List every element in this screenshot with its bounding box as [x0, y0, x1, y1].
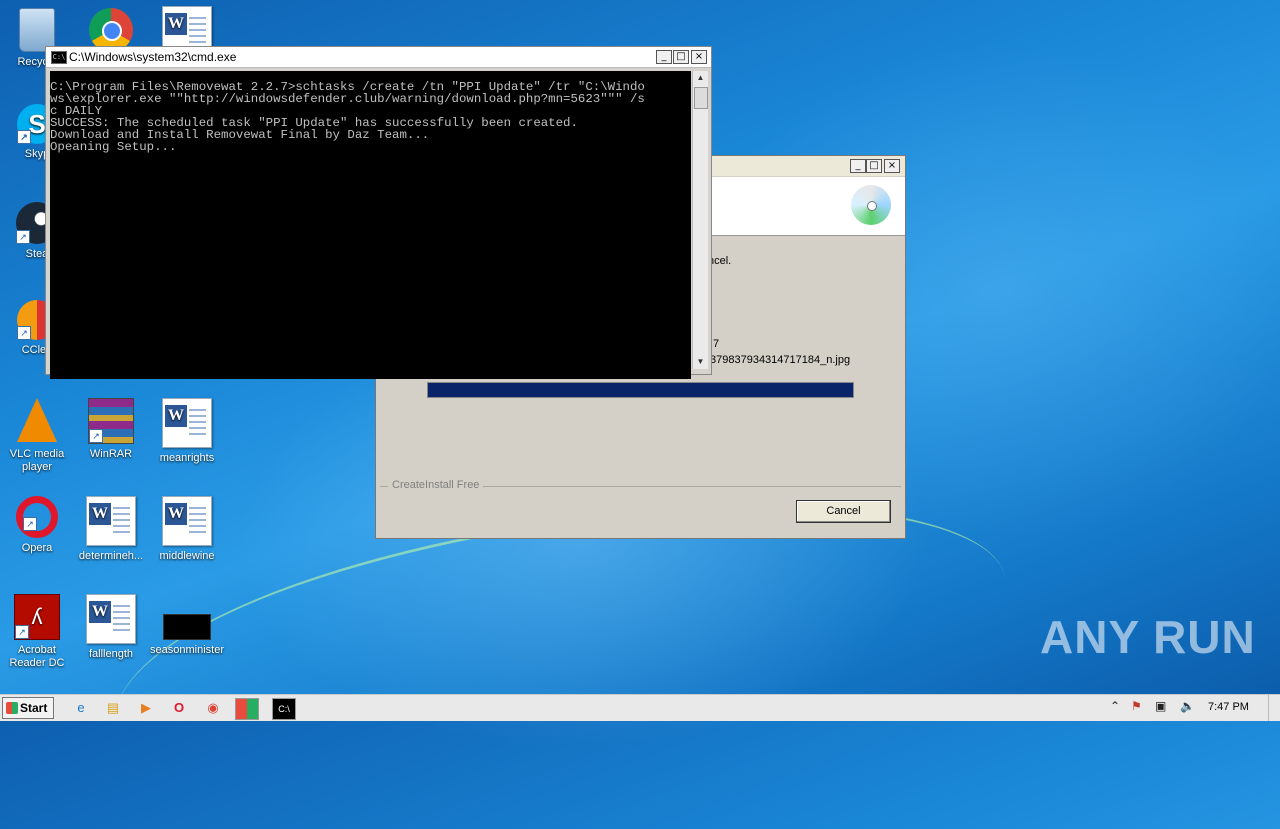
desktop-icon-vlc[interactable]: VLC media player: [0, 398, 74, 474]
word-document-icon: [162, 398, 212, 448]
opera-icon: ↗: [16, 496, 58, 538]
desktop-icon-seasonminister[interactable]: seasonminister: [150, 594, 224, 657]
console-output[interactable]: C:\Program Files\Removewat 2.2.7>schtask…: [50, 71, 691, 379]
image-thumbnail-icon: [163, 614, 211, 640]
desktop-icon-middlewine[interactable]: middlewine: [150, 496, 224, 563]
anyrun-watermark: ANY RUN: [1040, 611, 1256, 663]
scroll-down-icon[interactable]: ▼: [693, 355, 708, 369]
desktop-icon-opera[interactable]: ↗ Opera: [0, 496, 74, 555]
winrar-icon: ↗: [88, 398, 134, 444]
show-desktop-button[interactable]: [1268, 695, 1280, 721]
network-icon[interactable]: ▣: [1155, 699, 1166, 713]
opera-taskbar-icon[interactable]: O: [168, 698, 190, 718]
close-button[interactable]: ×: [691, 50, 707, 64]
maximize-button[interactable]: □: [673, 50, 689, 64]
cancel-button[interactable]: Cancel: [796, 500, 891, 523]
desktop-icon-label: Opera: [21, 542, 53, 554]
system-clock[interactable]: 7:47 PM: [1208, 701, 1249, 713]
volume-icon[interactable]: 🔈: [1180, 699, 1195, 713]
desktop-icon-label: WinRAR: [89, 448, 133, 460]
vlc-icon: [17, 398, 57, 442]
cd-disc-icon: [851, 185, 891, 225]
scroll-thumb[interactable]: [694, 87, 708, 109]
desktop-icon-label: middlewine: [159, 550, 215, 562]
word-document-icon: [86, 594, 136, 644]
word-document-icon: [86, 496, 136, 546]
cmd-window-title: C:\Windows\system32\cmd.exe: [69, 50, 237, 64]
internet-explorer-icon[interactable]: e: [70, 698, 92, 718]
word-document-icon: [162, 496, 212, 546]
desktop-icon-falllength[interactable]: falllength: [74, 594, 148, 661]
cmd-app-icon: C:\: [51, 51, 67, 64]
installer-current-file: 379837934314717184_n.jpg: [710, 354, 851, 366]
desktop-icon-label: VLC media player: [9, 448, 65, 473]
action-center-flag-icon[interactable]: ⚑: [1131, 699, 1142, 713]
taskbar: Start e ▤ ▶ O ◉ C:\ ⌃ ⚑ ▣ 🔈 7:47 PM: [0, 694, 1280, 721]
desktop-icon-label: determineh...: [78, 550, 144, 562]
desktop-icon-label: meanrights: [159, 452, 215, 464]
desktop-icon-label: Acrobat Reader DC: [9, 644, 65, 669]
windows-logo-icon: [6, 702, 18, 714]
installer-group-divider: CreateInstall Free: [380, 479, 901, 491]
cmd-taskbar-icon[interactable]: C:\: [272, 698, 296, 720]
chrome-taskbar-icon[interactable]: ◉: [202, 698, 224, 718]
console-scrollbar[interactable]: ▲ ▼: [692, 71, 708, 369]
desktop-icon-label: seasonminister: [150, 644, 224, 656]
maximize-button[interactable]: □: [866, 159, 882, 173]
show-hidden-icons-icon[interactable]: ⌃: [1110, 699, 1120, 713]
desktop-icon-label: falllength: [88, 648, 134, 660]
start-button[interactable]: Start: [2, 697, 54, 719]
file-explorer-icon[interactable]: ▤: [102, 698, 124, 718]
desktop-icon-acrobat[interactable]: ʎ ↗ Acrobat Reader DC: [0, 594, 74, 670]
desktop-icon-determineh[interactable]: determineh...: [74, 496, 148, 563]
group-label: CreateInstall Free: [388, 479, 484, 491]
desktop-icon-winrar[interactable]: ↗ WinRAR: [74, 398, 148, 461]
close-button[interactable]: ×: [884, 159, 900, 173]
start-label: Start: [20, 701, 48, 715]
acrobat-reader-icon: ʎ ↗: [14, 594, 60, 640]
desktop-icon-meanrights[interactable]: meanrights: [150, 398, 224, 465]
minimize-button[interactable]: _: [656, 50, 672, 64]
installer-taskbar-icon[interactable]: [235, 698, 259, 720]
progress-fill: [428, 383, 853, 397]
minimize-button[interactable]: _: [850, 159, 866, 173]
install-progress-bar: [427, 382, 854, 398]
cmd-title-bar[interactable]: C:\ C:\Windows\system32\cmd.exe _ □ ×: [46, 47, 711, 68]
scroll-up-icon[interactable]: ▲: [693, 71, 708, 85]
cmd-window[interactable]: C:\ C:\Windows\system32\cmd.exe _ □ × C:…: [45, 46, 712, 379]
media-player-icon[interactable]: ▶: [135, 698, 157, 718]
